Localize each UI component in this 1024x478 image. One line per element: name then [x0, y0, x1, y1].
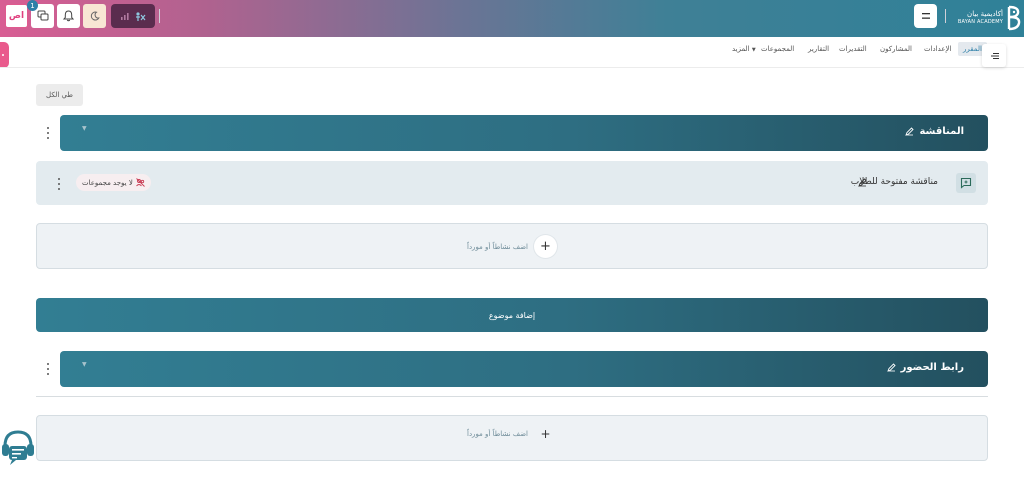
chat-icon [37, 10, 48, 21]
brand-text: أكاديمية بيان BAYAN ACADEMY [958, 11, 1003, 25]
tab-participants[interactable]: المشاركون [880, 45, 912, 53]
hamburger-icon [921, 13, 930, 19]
section-divider [36, 396, 988, 397]
notifications-button[interactable] [57, 4, 80, 28]
headset-icon [2, 430, 34, 465]
separator [159, 9, 160, 23]
brand-name-ar: أكاديمية بيان [967, 10, 1003, 18]
section-collapse-chevron-icon[interactable]: ▼ [82, 361, 87, 368]
course-navigation: المزيد ▼ المجموعات التقارير التقديرات ال… [0, 37, 1024, 68]
plus-icon[interactable]: + [533, 235, 557, 258]
bayan-logo-icon [1007, 5, 1021, 31]
add-activity-label: اضف نشاطاً أو مورداً [467, 242, 528, 251]
brand-logo[interactable]: أكاديمية بيان BAYAN ACADEMY [950, 3, 1022, 33]
section-options-menu[interactable] [45, 363, 51, 375]
accessibility-button[interactable] [111, 4, 155, 28]
groups-off-icon [135, 178, 145, 187]
signal-bars-icon [120, 13, 129, 20]
pencil-icon[interactable] [905, 127, 915, 136]
pencil-icon[interactable] [886, 363, 896, 372]
moon-icon [90, 11, 100, 21]
collapse-all-button[interactable]: طي الكل [36, 84, 83, 106]
add-activity-label: اضف نشاطاً أو مورداً [467, 430, 528, 438]
tab-reports[interactable]: التقارير [808, 45, 829, 53]
separator [945, 9, 946, 23]
activity-card[interactable]: لا يوجد مجموعات مناقشة مفتوحة للطلاب [36, 161, 988, 205]
tab-grades[interactable]: التقديرات [839, 45, 867, 53]
tab-more[interactable]: المزيد ▼ [732, 45, 756, 53]
groups-badge: لا يوجد مجموعات [76, 174, 151, 191]
add-activity-box[interactable]: اضف نشاطاً أو مورداً + [36, 223, 988, 269]
theme-toggle-button[interactable] [83, 4, 106, 28]
bell-icon [63, 10, 74, 22]
support-widget[interactable] [0, 428, 36, 470]
plus-icon[interactable]: + [534, 427, 557, 441]
top-bar: اص 1 أكاديمية بيان BAYAN ACADEMY [0, 0, 1024, 37]
section-header[interactable]: ▼ رابط الحضور [60, 351, 988, 387]
language-label: اص [8, 11, 25, 21]
tab-groups[interactable]: المجموعات [761, 45, 794, 53]
add-topic-label: إضافة موضوع [488, 310, 536, 320]
messages-button[interactable]: 1 [27, 0, 54, 28]
accessibility-icon [135, 11, 145, 21]
activity-type-icon [956, 173, 976, 193]
activity-title[interactable]: مناقشة مفتوحة للطلاب [851, 177, 938, 187]
brand-name-en: BAYAN ACADEMY [957, 19, 1003, 25]
add-activity-box[interactable]: اضف نشاطاً أو مورداً + [36, 415, 988, 461]
groups-badge-text: لا يوجد مجموعات [82, 178, 133, 187]
language-button[interactable]: اص [5, 4, 28, 28]
forum-icon [960, 177, 972, 189]
section-title: رابط الحضور [886, 362, 964, 373]
main-menu-button[interactable] [914, 4, 937, 28]
caret-down-icon: ▼ [751, 47, 756, 53]
section-header[interactable]: ▼ المناقشة [60, 115, 988, 151]
section-title-text: المناقشة [919, 126, 964, 137]
add-activity-inner: اضف نشاطاً أو مورداً + [37, 235, 987, 258]
section-options-menu[interactable] [45, 127, 51, 139]
list-icon [990, 52, 999, 59]
tab-more-label: المزيد [732, 45, 750, 53]
add-topic-button[interactable]: إضافة موضوع [36, 298, 988, 332]
course-index-toggle[interactable] [982, 44, 1006, 67]
section-title-text: رابط الحضور [900, 362, 964, 373]
section-title: المناقشة [905, 126, 964, 137]
add-activity-inner: اضف نشاطاً أو مورداً + [37, 427, 987, 441]
section-collapse-chevron-icon[interactable]: ▼ [82, 125, 87, 132]
message-count-badge: 1 [27, 0, 38, 11]
activity-options-menu[interactable] [56, 178, 62, 190]
tab-settings[interactable]: الإعدادات [924, 45, 951, 53]
